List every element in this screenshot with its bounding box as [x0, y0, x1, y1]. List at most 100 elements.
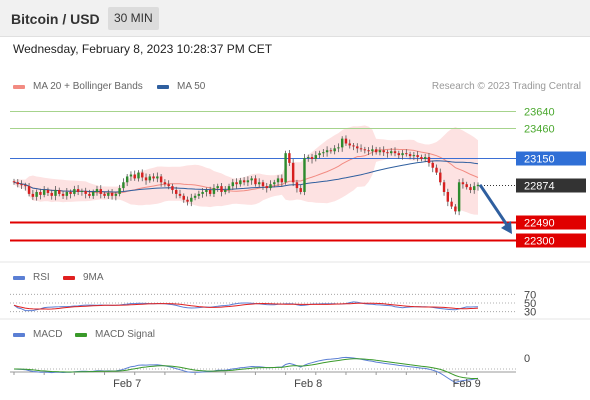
- candle-body: [110, 192, 114, 196]
- legend-ma20: MA 20 + Bollinger Bands: [13, 81, 143, 92]
- candle-body: [348, 143, 351, 146]
- candle-body: [273, 182, 276, 185]
- research-credit: Research © 2023 Trading Central: [431, 81, 581, 92]
- candle-body: [333, 148, 336, 152]
- candle-body: [412, 155, 416, 157]
- candle-body: [193, 195, 197, 198]
- rsi-label: RSI: [33, 272, 50, 283]
- candle-body: [239, 180, 242, 185]
- candle-body: [314, 155, 318, 159]
- candle-body: [61, 193, 65, 196]
- candle-body: [269, 184, 272, 189]
- macd-line: [13, 356, 479, 384]
- candle-body: [431, 162, 434, 168]
- candle-body: [254, 178, 257, 185]
- candle-body: [231, 182, 235, 187]
- candle-body: [103, 193, 106, 196]
- candle-body: [371, 149, 374, 152]
- candle-body: [114, 193, 118, 196]
- candle-body: [427, 157, 431, 163]
- candle-body: [76, 189, 80, 192]
- candle-body: [295, 182, 299, 189]
- candle-body: [374, 149, 378, 153]
- legend-ma50: MA 50: [157, 81, 205, 92]
- candle-body: [118, 188, 121, 194]
- candle-body: [340, 138, 344, 148]
- candle-body: [152, 176, 155, 179]
- rsi-level-label: 70: [524, 289, 536, 301]
- support-label: 22490: [524, 218, 555, 230]
- support-label: 22300: [524, 236, 555, 248]
- candle-body: [216, 186, 219, 189]
- candle-body: [156, 176, 159, 179]
- candle-body: [420, 157, 423, 159]
- x-tick-label: Feb 7: [113, 378, 141, 390]
- ma50-label: MA 50: [177, 81, 206, 92]
- candle-body: [276, 178, 280, 183]
- candle-body: [363, 149, 367, 151]
- candle-body: [435, 167, 438, 173]
- macd-signal-label: MACD Signal: [95, 329, 156, 340]
- candle-body: [84, 191, 87, 194]
- candle-body: [469, 187, 472, 191]
- candle-body: [408, 154, 412, 157]
- candle-body: [329, 150, 333, 152]
- candle-body: [148, 176, 152, 181]
- x-tick-label: Feb 8: [294, 378, 322, 390]
- candle-body: [322, 152, 325, 154]
- candle-body: [31, 193, 35, 197]
- candle-body: [461, 182, 465, 185]
- candle-body: [246, 180, 250, 183]
- interval-button[interactable]: 30 MIN: [108, 7, 159, 30]
- candle-body: [250, 178, 253, 181]
- bollinger-band: [14, 125, 478, 215]
- ma50-swatch: [157, 84, 169, 89]
- candle-body: [163, 182, 167, 185]
- resistance-label: 23460: [524, 124, 555, 136]
- candle-body: [16, 182, 19, 185]
- candle-body: [88, 193, 91, 196]
- candle-body: [344, 138, 348, 144]
- candle-body: [58, 190, 61, 194]
- price-chart[interactable]: 236402346023150228742249022300 705030 0 …: [0, 0, 590, 400]
- rsi-ma-label: 9MA: [83, 272, 104, 283]
- macd-signal-swatch: [75, 332, 87, 337]
- candle-body: [167, 184, 170, 187]
- forecast-arrow-head: [501, 221, 512, 235]
- candle-body: [182, 195, 185, 200]
- candle-body: [386, 152, 389, 154]
- candle-body: [107, 192, 110, 196]
- candle-body: [303, 158, 306, 192]
- legend-rsi: RSI: [13, 272, 50, 283]
- candle-body: [174, 190, 178, 194]
- forecast-arrow-shaft: [478, 183, 511, 229]
- candle-body: [178, 193, 182, 196]
- candle-body: [280, 178, 284, 183]
- candle-body: [352, 145, 355, 147]
- legend-rsi-ma: 9MA: [63, 272, 104, 283]
- candle-body: [442, 182, 446, 192]
- candle-body: [299, 188, 302, 192]
- candle-body: [129, 174, 133, 177]
- ma20-swatch: [13, 84, 25, 89]
- candle-body: [12, 181, 16, 183]
- rsi-line: [13, 301, 479, 312]
- candle-body: [42, 190, 46, 195]
- ma20-line: [13, 148, 479, 194]
- candle-body: [80, 191, 84, 192]
- macd-swatch: [13, 332, 25, 337]
- candle-body: [257, 182, 261, 185]
- candle-body: [382, 150, 385, 153]
- candle-body: [69, 191, 72, 194]
- candle-body: [50, 192, 53, 196]
- candle-body: [65, 191, 69, 196]
- candle-body: [122, 182, 125, 189]
- candle-body: [465, 184, 468, 188]
- candle-body: [24, 185, 27, 187]
- candle-body: [212, 188, 216, 194]
- candle-body: [137, 172, 140, 179]
- ma50-line: [13, 160, 479, 193]
- candle-body: [220, 186, 223, 192]
- chart-title: Bitcoin / USD: [11, 11, 100, 27]
- resistance-label: 23640: [524, 107, 555, 119]
